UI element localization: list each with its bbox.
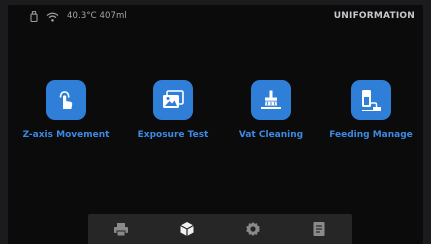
touchscreen: 40.3°C 407ml UNIFORMATION Z-axis Movemen… — [8, 5, 423, 244]
resin-feeding-icon — [351, 80, 391, 120]
cube-icon — [179, 221, 195, 237]
status-bar: 40.3°C 407ml UNIFORMATION — [8, 5, 423, 27]
touch-hand-icon — [46, 80, 86, 120]
brush-cleaning-icon — [251, 80, 291, 120]
exposure-test-button[interactable]: Exposure Test — [123, 80, 223, 140]
feeding-manage-button[interactable]: Feeding Manage — [321, 80, 421, 140]
function-tiles: Z-axis Movement Exposure Test Vat Cleani… — [8, 80, 423, 170]
brand-logo: UNIFORMATION — [333, 11, 415, 21]
tile-label: Z-axis Movement — [22, 130, 110, 140]
bottom-nav-bar — [88, 214, 352, 244]
nav-logs[interactable] — [299, 214, 339, 244]
gear-icon — [245, 221, 261, 237]
vat-cleaning-button[interactable]: Vat Cleaning — [221, 80, 321, 140]
usb-drive-icon — [30, 7, 38, 26]
nav-print[interactable] — [101, 214, 141, 244]
tile-label: Vat Cleaning — [238, 130, 304, 140]
printer-icon — [113, 222, 129, 237]
wifi-icon — [46, 7, 59, 26]
nav-model[interactable] — [167, 214, 207, 244]
nav-settings[interactable] — [233, 214, 273, 244]
z-axis-movement-button[interactable]: Z-axis Movement — [16, 80, 116, 140]
document-icon — [312, 221, 326, 237]
image-frames-icon — [153, 80, 193, 120]
temperature-volume-readout: 40.3°C 407ml — [67, 11, 127, 21]
status-left: 40.3°C 407ml — [30, 7, 127, 26]
tile-label: Feeding Manage — [329, 130, 413, 140]
tile-label: Exposure Test — [137, 130, 209, 140]
